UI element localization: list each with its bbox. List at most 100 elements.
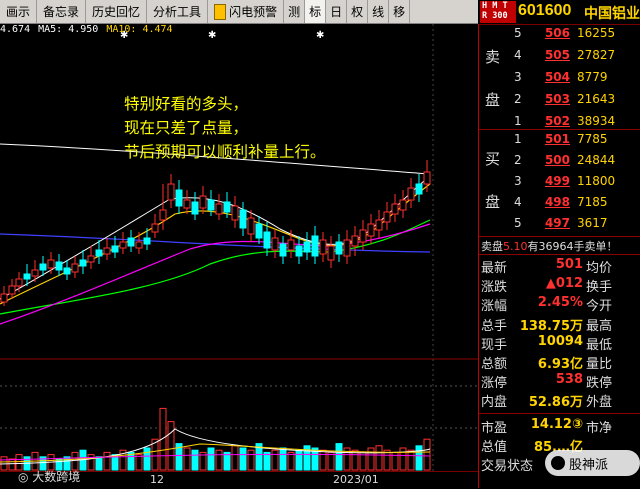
volume: 8779: [577, 70, 608, 84]
volume-bar-11: [87, 454, 95, 471]
annotation-line-3: 节后预期可以顺利补量上行。: [124, 143, 326, 161]
ma-legend-item-1: MA5: 4.950: [38, 24, 99, 35]
divider: [479, 413, 640, 415]
buy-row-2[interactable]: 2 500 24844: [479, 153, 640, 173]
sell-row-2[interactable]: 2 503 21643: [479, 92, 640, 112]
quote-key-2: 换手: [586, 280, 613, 296]
candle-body-12: [95, 249, 103, 257]
candle-body-31: [247, 217, 255, 235]
quote-value: ▲012: [545, 276, 583, 292]
volume-bar-21: [167, 421, 175, 471]
toolbar-item-3[interactable]: 分析工具: [147, 0, 209, 23]
volume-bar-46: [367, 447, 375, 471]
annotation-line-1: 特别好看的多头，: [124, 95, 249, 113]
candle-body-6: [47, 259, 55, 269]
volume-bar-42: [335, 443, 343, 471]
toolbar-item-1[interactable]: 备忘录: [37, 0, 87, 23]
quote-value: 6.93亿: [537, 357, 583, 372]
stock-name: 中国铝业: [584, 5, 640, 21]
candle-body-45: [359, 229, 367, 243]
divider: [479, 236, 640, 237]
sell-row-1[interactable]: 1 502 38934: [479, 114, 640, 134]
candle-body-16: [127, 237, 135, 247]
candle-body-41: [327, 245, 335, 261]
candle-body-53: [423, 171, 431, 185]
quote-key: 涨停: [481, 376, 508, 392]
volume: 11800: [577, 174, 616, 188]
candle-body-35: [279, 243, 287, 257]
level: 2: [514, 153, 522, 167]
candle-body-18: [143, 237, 151, 245]
candle-body-48: [383, 211, 391, 223]
quote-key: 内盘: [481, 395, 508, 411]
toolbar-item-4[interactable]: 闪电预警: [208, 0, 285, 23]
candle-body-5: [39, 263, 47, 271]
date-label-2023-01: 2023/01: [333, 473, 379, 486]
quote-key-2: 外盘: [586, 395, 613, 411]
candle-body-11: [87, 255, 95, 263]
candle-body-33: [263, 231, 271, 249]
toolbar-item-9[interactable]: 线: [368, 0, 390, 23]
volume-bar-23: [183, 447, 191, 471]
level: 5: [514, 216, 522, 230]
candle-body-26: [207, 199, 215, 211]
watermark-badge-icon: [551, 456, 565, 470]
quote-value: 2.45%: [537, 295, 583, 311]
candle-body-32: [255, 223, 263, 239]
quote-key-2: 跌停: [586, 376, 613, 392]
candle-body-9: [71, 263, 79, 273]
quote-value: 10094: [537, 333, 583, 349]
level: 3: [514, 70, 522, 84]
candle-body-17: [135, 241, 143, 249]
buy-row-1[interactable]: 1 501 7785: [479, 132, 640, 152]
candle-body-8: [63, 267, 71, 275]
buy-row-5[interactable]: 5 497 3617: [479, 216, 640, 236]
price: 499: [544, 174, 570, 188]
quote-row-7: 内盘 52.86万 外盘: [479, 391, 640, 410]
buy-row-3[interactable]: 3 499 11800: [479, 174, 640, 194]
volume-bar-50: [399, 447, 407, 471]
watermark-left: ◎ 大数跨境: [18, 470, 81, 484]
candle-body-20: [159, 209, 167, 221]
toolbar-item-0[interactable]: 画示: [0, 0, 38, 23]
volume-bar-24: [191, 449, 199, 471]
volume-bar-17: [135, 454, 143, 471]
sell-row-5[interactable]: 5 506 16255: [479, 26, 640, 46]
candle-body-7: [55, 261, 63, 271]
toolbar-item-6[interactable]: 标: [305, 0, 327, 23]
volume-bar-34: [271, 449, 279, 471]
quote-row-4: 现手 10094 最低: [479, 334, 640, 353]
candle-body-1: [8, 285, 16, 295]
candle-body-51: [407, 187, 415, 201]
candle-body-29: [231, 205, 239, 221]
candle-body-21: [167, 183, 175, 201]
candle-body-46: [367, 223, 375, 237]
sell-row-3[interactable]: 3 504 8779: [479, 70, 640, 90]
price: 506: [544, 26, 570, 40]
candle-body-2: [15, 278, 23, 287]
level: 5: [514, 26, 522, 40]
toolbar-item-10[interactable]: 移: [389, 0, 411, 23]
toolbar-item-8[interactable]: 权: [347, 0, 369, 23]
volume: 24844: [577, 153, 616, 167]
quote-key-2: 市净: [586, 420, 613, 436]
toolbar-item-7[interactable]: 日: [326, 0, 348, 23]
volume-bar-1: [8, 458, 16, 471]
sell-order-alert[interactable]: 卖盘5.10有36964手卖单！: [481, 238, 618, 254]
date-axis: 12 2023/01 ◎ 大数跨境: [0, 470, 478, 489]
toolbar-item-5[interactable]: 测: [284, 0, 306, 23]
price: 505: [544, 48, 570, 62]
candle-body-22: [175, 189, 183, 207]
quote-key: 现手: [481, 337, 508, 353]
candle-body-52: [415, 183, 423, 195]
volume: 7785: [577, 132, 608, 146]
ma-legend: 4.674 MA5: 4.950 MA10: 4.474: [0, 24, 181, 38]
toolbar-item-2[interactable]: 历史回忆: [86, 0, 148, 23]
buy-row-4[interactable]: 4 498 7185: [479, 195, 640, 215]
quote-row-2: 涨幅 2.45% 今开: [479, 295, 640, 314]
candle-body-0: [0, 293, 8, 303]
level: 1: [514, 132, 522, 146]
sell-row-4[interactable]: 4 505 27827: [479, 48, 640, 68]
candle-body-15: [119, 241, 127, 249]
volume-bar-18: [143, 447, 151, 471]
